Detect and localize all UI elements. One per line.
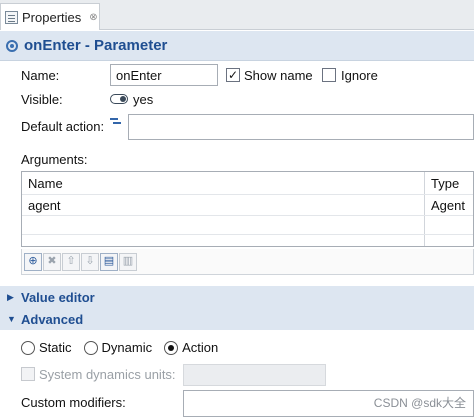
default-action-label: Default action: (21, 119, 105, 134)
move-down-icon[interactable]: ⇩ (81, 252, 99, 271)
section-value-editor[interactable]: ▶ Value editor (0, 286, 474, 308)
system-dynamics-units-field[interactable] (183, 364, 326, 386)
radio-button[interactable] (21, 340, 35, 355)
page-title: onEnter - Parameter (24, 37, 168, 54)
radio-button[interactable] (164, 340, 179, 355)
row-divider (22, 234, 473, 235)
table-cell-type[interactable]: Agent (425, 195, 474, 215)
custom-modifiers-label: Custom modifiers: (21, 395, 126, 410)
watermark: CSDN @sdk大全 (373, 396, 466, 410)
chevron-right-icon: ▶ (7, 291, 14, 302)
radio-button[interactable] (83, 340, 98, 355)
name-input[interactable] (110, 64, 218, 86)
ignore-checkbox[interactable] (322, 68, 336, 82)
add-row-icon[interactable]: ⊕ (24, 252, 42, 271)
system-dynamics-label: System dynamics units: (39, 367, 176, 382)
paste-icon[interactable]: ▤ (100, 252, 118, 271)
column-header-name[interactable]: Name (22, 172, 424, 194)
arguments-table[interactable]: Name Type agent Agent (21, 171, 474, 247)
table-cell-name[interactable]: agent (22, 195, 424, 215)
properties-icon (5, 10, 18, 24)
mode-radio-group: Static Dynamic Action (21, 340, 218, 355)
radio-label: Action (182, 340, 219, 355)
copy-icon[interactable]: ▥ (119, 252, 137, 271)
tab-properties[interactable]: Properties ⊗ (0, 3, 100, 30)
panel-header: onEnter - Parameter (0, 31, 474, 61)
code-editor-icon[interactable] (110, 117, 122, 127)
column-header-type[interactable]: Type (425, 172, 474, 194)
show-name-checkbox[interactable]: ✓ (226, 68, 240, 82)
radio-label: Static (39, 340, 72, 355)
row-divider (22, 215, 473, 216)
parameter-icon (6, 39, 18, 52)
delete-row-icon[interactable]: ✖ (43, 252, 61, 271)
arguments-label: Arguments: (21, 152, 88, 167)
close-icon[interactable]: ⊗ (89, 12, 97, 23)
move-up-icon[interactable]: ⇧ (62, 252, 80, 271)
section-title: Advanced (21, 311, 84, 327)
radio-dynamic[interactable]: Dynamic (83, 340, 153, 355)
name-label: Name: (21, 68, 60, 83)
default-action-field[interactable] (128, 114, 474, 140)
radio-label: Dynamic (101, 340, 153, 355)
visible-toggle-icon[interactable] (110, 94, 128, 104)
radio-static[interactable]: Static (21, 340, 72, 355)
radio-action[interactable]: Action (164, 340, 218, 355)
table-toolbar: ⊕ ✖ ⇧ ⇩ ▤ ▥ (21, 249, 474, 275)
ignore-label: Ignore (341, 68, 378, 83)
chevron-down-icon: ▼ (7, 314, 16, 324)
show-name-label: Show name (244, 68, 313, 83)
section-title: Value editor (21, 289, 95, 305)
visible-label: Visible: (21, 92, 63, 107)
visible-value[interactable]: yes (133, 92, 153, 107)
section-advanced[interactable]: ▼ Advanced (0, 308, 474, 330)
system-dynamics-checkbox[interactable] (21, 367, 35, 381)
tab-label: Properties (22, 9, 82, 25)
